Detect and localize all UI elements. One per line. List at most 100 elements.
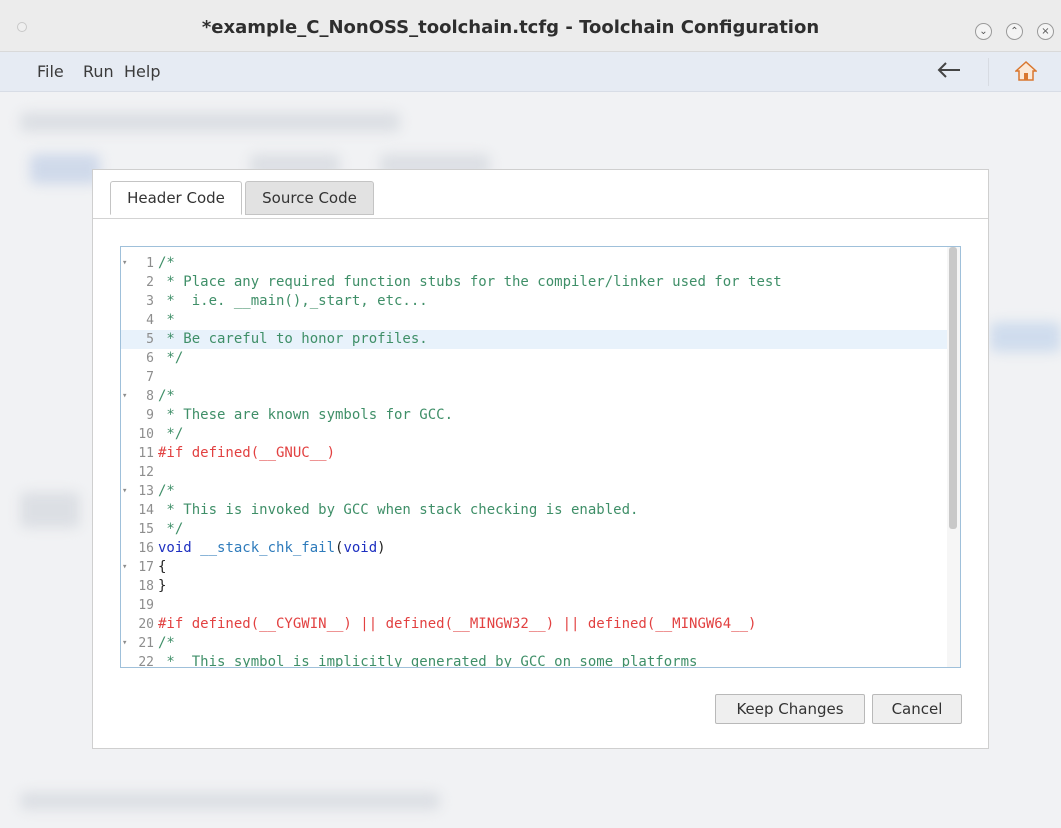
code-line[interactable]: 10 */ xyxy=(121,425,947,444)
code-text: #if defined(__CYGWIN__) || defined(__MIN… xyxy=(158,616,757,632)
line-number-gutter: 2 xyxy=(121,273,157,292)
fold-toggle-icon[interactable]: ▾ xyxy=(122,558,127,577)
line-number-gutter: 22 xyxy=(121,653,157,667)
code-line[interactable]: 20 #if defined(__CYGWIN__) || defined(__M… xyxy=(121,615,947,634)
bg-blur-block xyxy=(20,792,440,810)
code-text: /* xyxy=(158,255,175,271)
tab-divider xyxy=(93,218,988,219)
code-editor[interactable]: 22 * This symbol is implicitly generated… xyxy=(120,246,961,668)
home-icon[interactable] xyxy=(1015,60,1037,82)
code-line[interactable]: 22 * This symbol is implicitly generated… xyxy=(121,653,947,668)
code-text: /* xyxy=(158,483,175,499)
tab-source-code[interactable]: Source Code xyxy=(245,181,374,215)
line-number: 17 xyxy=(138,560,154,575)
code-line[interactable]: ▾ 21 /* xyxy=(121,634,947,653)
cancel-button[interactable]: Cancel xyxy=(872,694,962,724)
close-icon[interactable]: × xyxy=(1037,23,1054,40)
line-number: 9 xyxy=(146,408,154,423)
bg-blur-block xyxy=(30,154,100,184)
line-number: 19 xyxy=(138,598,154,613)
line-number: 1 xyxy=(146,256,154,271)
arrow-left-icon[interactable] xyxy=(936,60,962,80)
fold-toggle-icon[interactable]: ▾ xyxy=(122,387,127,406)
code-text: * This symbol is implicitly generated by… xyxy=(158,654,698,668)
line-number: 21 xyxy=(138,636,154,651)
code-line[interactable]: 9 * These are known symbols for GCC. xyxy=(121,406,947,425)
menu-file[interactable]: File xyxy=(37,62,64,81)
code-text: #if defined(__GNUC__) xyxy=(158,445,336,461)
line-number-gutter: 15 xyxy=(121,520,157,539)
code-line[interactable]: ▾ 17 { xyxy=(121,558,947,577)
line-number-gutter: 12 xyxy=(121,463,157,482)
code-line[interactable]: 5 * Be careful to honor profiles. xyxy=(121,330,947,349)
code-text: } xyxy=(158,578,167,594)
line-number-gutter: 9 xyxy=(121,406,157,425)
line-number: 13 xyxy=(138,484,154,499)
line-number-gutter: 14 xyxy=(121,501,157,520)
code-line[interactable]: 16 void __stack_chk_fail(void) xyxy=(121,539,947,558)
line-number-gutter: 4 xyxy=(121,311,157,330)
code-line[interactable]: 4 * xyxy=(121,311,947,330)
line-number: 2 xyxy=(146,275,154,290)
code-line[interactable]: 2 * Place any required function stubs fo… xyxy=(121,273,947,292)
line-number: 11 xyxy=(138,446,154,461)
window-title: *example_C_NonOSS_toolchain.tcfg - Toolc… xyxy=(201,17,820,38)
code-text: /* xyxy=(158,388,175,404)
vertical-scrollbar[interactable] xyxy=(947,247,960,667)
code-line[interactable]: 19 xyxy=(121,596,947,615)
fold-toggle-icon[interactable]: ▾ xyxy=(122,634,127,653)
code-line[interactable]: 11 #if defined(__GNUC__) xyxy=(121,444,947,463)
line-number: 16 xyxy=(138,541,154,556)
line-number: 6 xyxy=(146,351,154,366)
code-line[interactable]: 18} xyxy=(121,577,947,596)
line-number-gutter: 10 xyxy=(121,425,157,444)
line-number: 20 xyxy=(138,617,154,632)
scrollbar-thumb[interactable] xyxy=(949,247,957,529)
line-number: 15 xyxy=(138,522,154,537)
tab-header-code[interactable]: Header Code xyxy=(110,181,242,215)
bg-blur-block xyxy=(990,322,1061,352)
line-number-gutter: ▾ 8 xyxy=(121,387,157,406)
code-line[interactable]: 6 */ xyxy=(121,349,947,368)
line-number-gutter: 7 xyxy=(121,368,157,387)
line-number: 4 xyxy=(146,313,154,328)
code-text: { xyxy=(158,559,167,575)
code-text: void __stack_chk_fail(void) xyxy=(158,540,386,556)
line-number: 10 xyxy=(138,427,154,442)
line-number-gutter: 18 xyxy=(121,577,157,596)
code-text: * i.e. __main(),_start, etc... xyxy=(158,293,428,309)
fold-toggle-icon[interactable]: ▾ xyxy=(122,482,127,501)
line-number: 18 xyxy=(138,579,154,594)
line-number-gutter: 16 xyxy=(121,539,157,558)
code-line[interactable]: ▾ 8/* xyxy=(121,387,947,406)
menu-run[interactable]: Run xyxy=(83,62,114,81)
bg-blur-block xyxy=(20,112,400,132)
code-line[interactable]: 12 xyxy=(121,463,947,482)
code-text: * xyxy=(158,312,175,328)
line-number: 3 xyxy=(146,294,154,309)
line-number-gutter: 19 xyxy=(121,596,157,615)
line-number: 14 xyxy=(138,503,154,518)
line-number-gutter: 6 xyxy=(121,349,157,368)
line-number-gutter: 5 xyxy=(121,330,157,349)
bg-blur-block xyxy=(20,492,80,528)
line-number-gutter: ▾ 21 xyxy=(121,634,157,653)
code-line[interactable]: 7 xyxy=(121,368,947,387)
code-text: * Place any required function stubs for … xyxy=(158,274,782,290)
code-editor-dialog: Header Code Source Code 22 * This symbol… xyxy=(92,169,989,749)
code-line[interactable]: 3 * i.e. __main(),_start, etc... xyxy=(121,292,947,311)
code-line[interactable]: ▾ 1 /* xyxy=(121,254,947,273)
code-line[interactable]: 15 */ xyxy=(121,520,947,539)
line-number: 8 xyxy=(146,389,154,404)
keep-changes-button[interactable]: Keep Changes xyxy=(715,694,865,724)
line-number: 12 xyxy=(138,465,154,480)
code-line[interactable]: 14 * This is invoked by GCC when stack c… xyxy=(121,501,947,520)
code-text: * This is invoked by GCC when stack chec… xyxy=(158,502,639,518)
code-line[interactable]: ▾ 13 /* xyxy=(121,482,947,501)
code-text: /* xyxy=(158,635,175,651)
maximize-icon[interactable]: ⌃ xyxy=(1006,23,1023,40)
menu-help[interactable]: Help xyxy=(124,62,160,81)
minimize-icon[interactable]: ⌄ xyxy=(975,23,992,40)
fold-toggle-icon[interactable]: ▾ xyxy=(122,254,127,273)
line-number-gutter: 20 xyxy=(121,615,157,634)
